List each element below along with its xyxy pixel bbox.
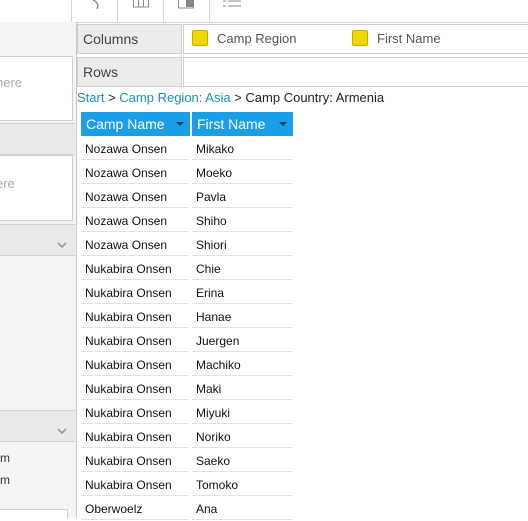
left-panel-header[interactable]: [0, 123, 75, 155]
drop-zone-placeholder: here: [0, 75, 23, 90]
toolbar-separator: [163, 0, 164, 22]
table-row[interactable]: Nukabira Onsen Tomoko: [81, 473, 293, 497]
cell-first-name: Saeko: [192, 449, 293, 472]
table-row[interactable]: Nukabira Onsen Maki: [81, 377, 293, 401]
cell-camp-name: Nukabira Onsen: [81, 305, 189, 328]
cell-camp-name: Nozawa Onsen: [81, 137, 189, 160]
breadcrumb-start-link[interactable]: Start: [77, 90, 104, 105]
table-row[interactable]: Nukabira Onsen Hanae: [81, 305, 293, 329]
field-chip-first-name[interactable]: First Name: [352, 25, 441, 53]
cell-first-name: Ana: [192, 497, 293, 520]
table-row[interactable]: Oberwoelz Ana: [81, 497, 293, 521]
drop-zone-placeholder: ere: [0, 176, 15, 191]
cell-camp-name: Nukabira Onsen: [81, 257, 189, 280]
cell-first-name: Pavla: [192, 185, 293, 208]
cell-first-name: Tomoko: [192, 473, 293, 496]
columns-shelf[interactable]: Camp Region First Name: [183, 24, 528, 54]
cell-first-name: Mikako: [192, 137, 293, 160]
field-color-icon: [352, 30, 368, 46]
cell-camp-name: Nukabira Onsen: [81, 281, 189, 304]
cell-first-name: Miyuki: [192, 401, 293, 424]
rows-label: Rows: [77, 57, 182, 87]
columns-label: Columns: [77, 24, 182, 54]
table-row[interactable]: Nozawa Onsen Shiori: [81, 233, 293, 257]
field-chip-camp-region[interactable]: Camp Region: [192, 25, 297, 53]
cell-camp-name: Nukabira Onsen: [81, 353, 189, 376]
column-header-camp-name[interactable]: Camp Name: [81, 112, 190, 136]
column-header-label: Camp Name: [86, 116, 165, 132]
table-row[interactable]: Nozawa Onsen Moeko: [81, 161, 293, 185]
cell-camp-name: Nukabira Onsen: [81, 473, 189, 496]
cell-camp-name: Nukabira Onsen: [81, 329, 189, 352]
list-item[interactable]: m: [0, 451, 10, 465]
drop-zone-2[interactable]: ere: [0, 155, 73, 221]
breadcrumb-region-link[interactable]: Camp Region: Asia: [119, 90, 230, 105]
cell-camp-name: Nukabira Onsen: [81, 401, 189, 424]
cell-first-name: Maki: [192, 377, 293, 400]
toolbar-separator: [71, 0, 72, 22]
breadcrumb-separator: >: [104, 90, 120, 105]
cell-first-name: Hanae: [192, 305, 293, 328]
toolbar: [0, 0, 528, 23]
cell-first-name: Shiori: [192, 233, 293, 256]
cell-camp-name: Oberwoelz: [81, 497, 189, 520]
cell-first-name: Chie: [192, 257, 293, 280]
collapsible-section-header[interactable]: [0, 224, 75, 256]
collapsible-section-header[interactable]: [0, 410, 75, 442]
table-layout-icon[interactable]: [133, 0, 149, 10]
redo-icon[interactable]: [91, 0, 105, 10]
field-chip-label: First Name: [377, 31, 441, 46]
sort-dropdown-icon[interactable]: [176, 122, 184, 126]
toolbar-separator: [209, 0, 210, 22]
table-row[interactable]: Nukabira Onsen Juergen: [81, 329, 293, 353]
table-row[interactable]: Nozawa Onsen Mikako: [81, 137, 293, 161]
table-row[interactable]: Nukabira Onsen Noriko: [81, 425, 293, 449]
breadcrumb-separator: >: [230, 90, 246, 105]
column-header-label: First Name: [197, 116, 266, 132]
field-chip-label: Camp Region: [217, 31, 297, 46]
cell-first-name: Machiko: [192, 353, 293, 376]
chevron-down-icon[interactable]: [57, 422, 67, 435]
chevron-down-icon[interactable]: [57, 236, 67, 249]
rows-shelf[interactable]: [183, 57, 528, 87]
table-row[interactable]: Nozawa Onsen Shiho: [81, 209, 293, 233]
cell-camp-name: Nozawa Onsen: [81, 233, 189, 256]
table-row[interactable]: Nukabira Onsen Chie: [81, 257, 293, 281]
cell-camp-name: Nukabira Onsen: [81, 377, 189, 400]
field-color-icon: [192, 30, 208, 46]
list-item[interactable]: m: [0, 473, 10, 487]
cell-camp-name: Nozawa Onsen: [81, 209, 189, 232]
list-icon[interactable]: [223, 0, 241, 10]
cell-first-name: Juergen: [192, 329, 293, 352]
breadcrumb: Start > Camp Region: Asia > Camp Country…: [77, 90, 384, 105]
input-field[interactable]: [0, 509, 68, 518]
column-header-first-name[interactable]: First Name: [192, 112, 293, 136]
sort-dropdown-icon[interactable]: [279, 122, 287, 126]
cell-camp-name: Nukabira Onsen: [81, 449, 189, 472]
cell-camp-name: Nozawa Onsen: [81, 161, 189, 184]
table-row[interactable]: Nukabira Onsen Erina: [81, 281, 293, 305]
table-row[interactable]: Nukabira Onsen Machiko: [81, 353, 293, 377]
table-row[interactable]: Nukabira Onsen Miyuki: [81, 401, 293, 425]
cell-first-name: Erina: [192, 281, 293, 304]
cell-camp-name: Nozawa Onsen: [81, 185, 189, 208]
table-row[interactable]: Nukabira Onsen Saeko: [81, 449, 293, 473]
cell-camp-name: Nukabira Onsen: [81, 425, 189, 448]
cell-first-name: Moeko: [192, 161, 293, 184]
table-row[interactable]: Nozawa Onsen Pavla: [81, 185, 293, 209]
panel-layout-icon[interactable]: [178, 0, 194, 10]
cell-first-name: Noriko: [192, 425, 293, 448]
cell-first-name: Shiho: [192, 209, 293, 232]
breadcrumb-current: Camp Country: Armenia: [245, 90, 385, 105]
toolbar-separator: [117, 0, 118, 22]
drop-zone-1[interactable]: here: [0, 56, 73, 121]
